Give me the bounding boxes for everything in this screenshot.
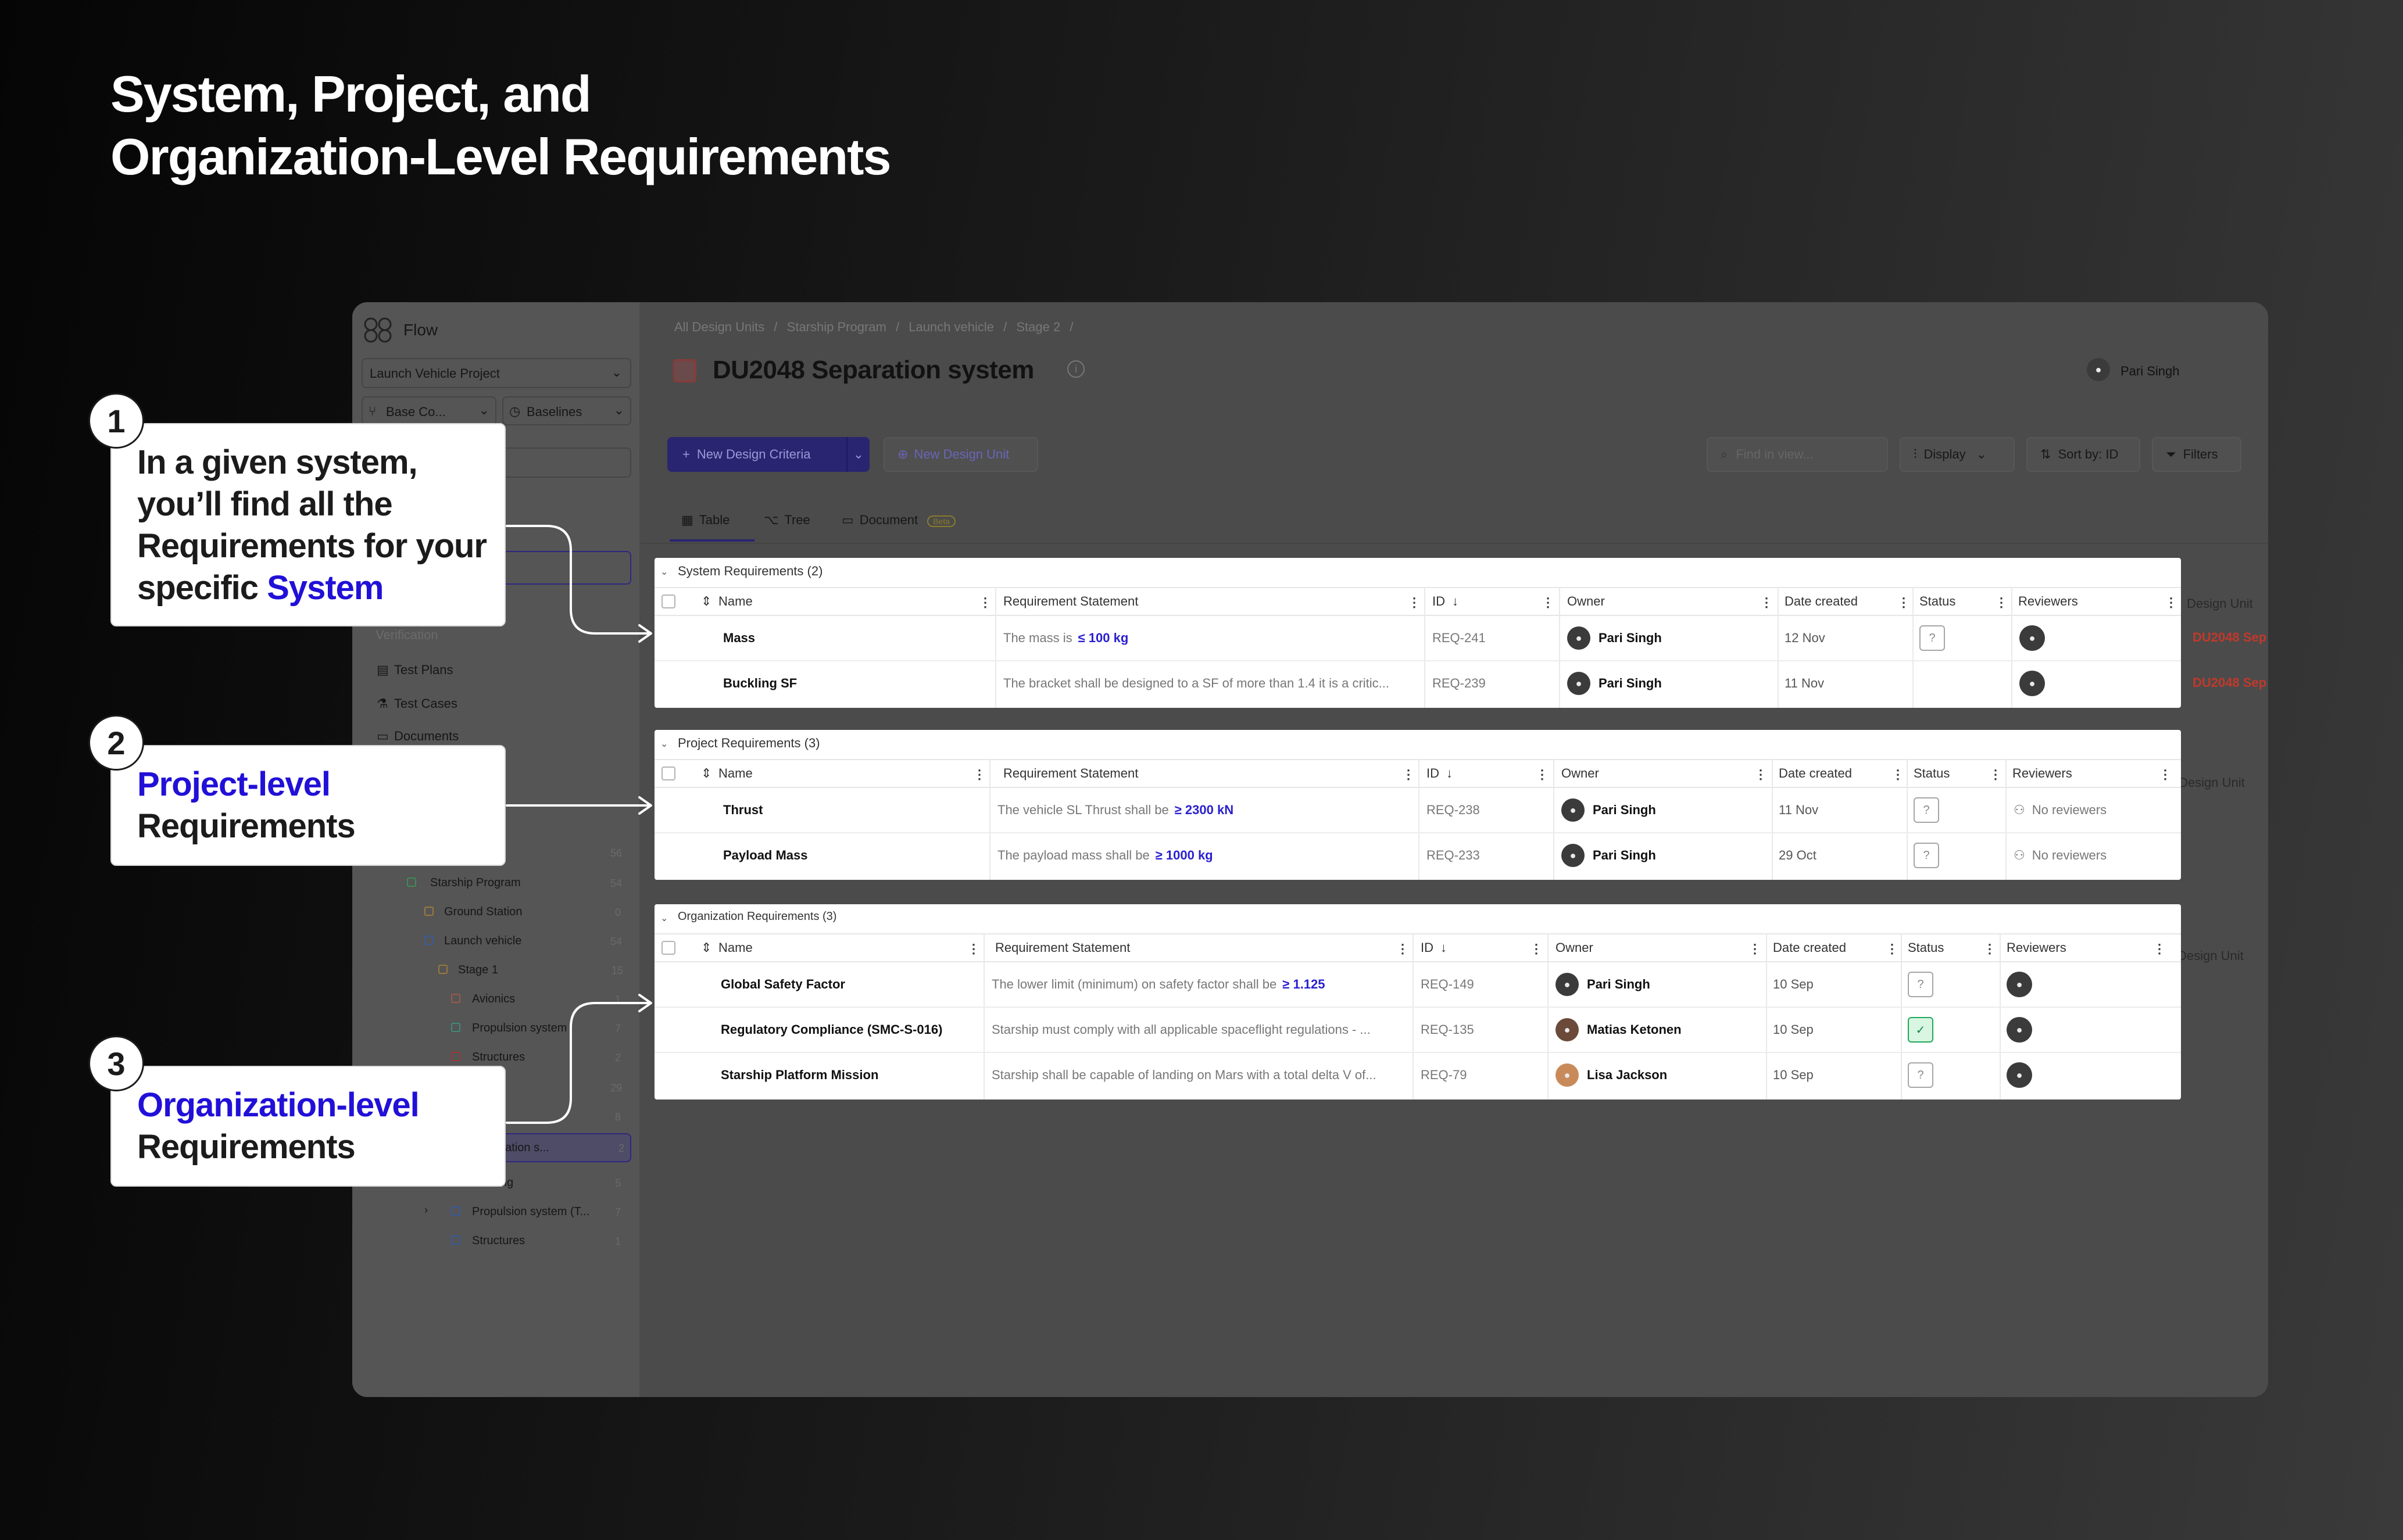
callout-line: Requirements xyxy=(137,807,356,845)
callout-organization: Organization-level Requirements xyxy=(110,1066,506,1187)
callout-line: Requirements for your xyxy=(137,527,487,565)
callout-line: In a given system, xyxy=(137,443,418,481)
callout-project-text: Project-level Requirements xyxy=(137,764,356,847)
callout-highlight: Organization-level xyxy=(137,1086,420,1124)
connector-system xyxy=(506,525,651,635)
connector-organization xyxy=(506,1002,651,1124)
callout-line: you’ll find all the xyxy=(137,485,393,523)
callout-prefix: specific xyxy=(137,569,267,607)
callout-number-badge: 1 xyxy=(88,393,144,449)
callout-line: Requirements xyxy=(137,1128,356,1166)
callout-line: specific System xyxy=(137,567,487,609)
callout-system: In a given system, you’ll find all the R… xyxy=(110,423,506,626)
callout-number-badge: 3 xyxy=(88,1036,144,1091)
callout-project: Project-level Requirements xyxy=(110,745,506,866)
callout-organization-text: Organization-level Requirements xyxy=(137,1084,420,1168)
callout-number-badge: 2 xyxy=(88,715,144,771)
callout-highlight: System xyxy=(267,569,384,607)
callout-highlight: Project-level xyxy=(137,765,331,803)
callout-system-text: In a given system, you’ll find all the R… xyxy=(137,442,487,609)
